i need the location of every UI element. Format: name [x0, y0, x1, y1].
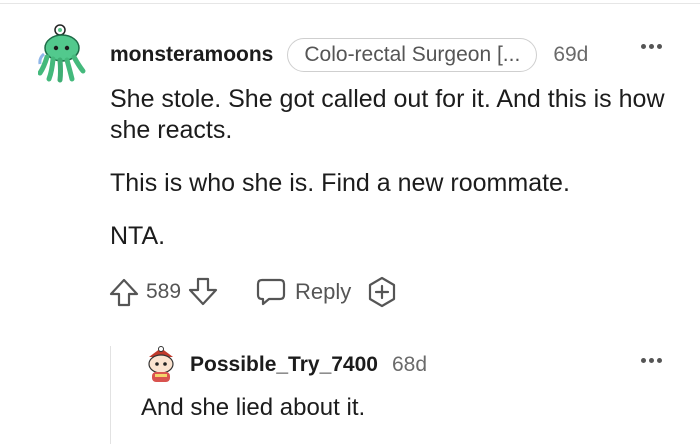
award-icon [369, 276, 396, 308]
user-avatar[interactable] [37, 24, 88, 84]
downvote-icon [188, 277, 218, 306]
award-button[interactable] [365, 275, 399, 309]
more-icon-dot [657, 358, 662, 363]
upvote-button[interactable] [108, 276, 140, 308]
more-icon-dot [657, 44, 662, 49]
more-icon [641, 358, 646, 363]
comment-age: 69d [553, 43, 589, 66]
reply-button[interactable]: Reply [255, 277, 351, 307]
reply-username[interactable]: Possible_Try_7400 [190, 353, 378, 377]
upvote-icon [109, 278, 139, 307]
reply-body: And she lied about it. [141, 394, 366, 421]
snoo-avatar-icon [37, 24, 86, 83]
reply-more-options-button[interactable] [641, 358, 662, 363]
reply-label: Reply [295, 279, 352, 304]
comment-paragraph: She stole. She got called out for it. An… [110, 85, 665, 144]
downvote-button[interactable] [187, 276, 219, 308]
user-flair[interactable]: Colo-rectal Surgeon [... [287, 38, 538, 72]
comment-actions: 589 Reply [108, 274, 399, 310]
reply-age: 68d [391, 353, 428, 376]
reply-header: Possible_Try_7400 68d [190, 350, 427, 380]
top-divider [0, 3, 700, 4]
more-icon-dot [649, 358, 654, 363]
comment-paragraph: This is who she is. Find a new roommate. [110, 169, 570, 197]
vote-score: 589 [146, 280, 182, 303]
reply-bubble-icon [256, 278, 286, 306]
snoo-avatar-icon [148, 346, 174, 382]
thread-line[interactable] [110, 346, 111, 444]
comment-header: monsteramoons Colo-rectal Surgeon [... 6… [110, 38, 588, 72]
more-icon [641, 44, 646, 49]
more-options-button[interactable] [641, 44, 662, 49]
reply-avatar[interactable] [143, 345, 179, 385]
comment-username[interactable]: monsteramoons [110, 43, 273, 67]
more-icon-dot [649, 44, 654, 49]
comment-paragraph: NTA. [110, 222, 166, 250]
